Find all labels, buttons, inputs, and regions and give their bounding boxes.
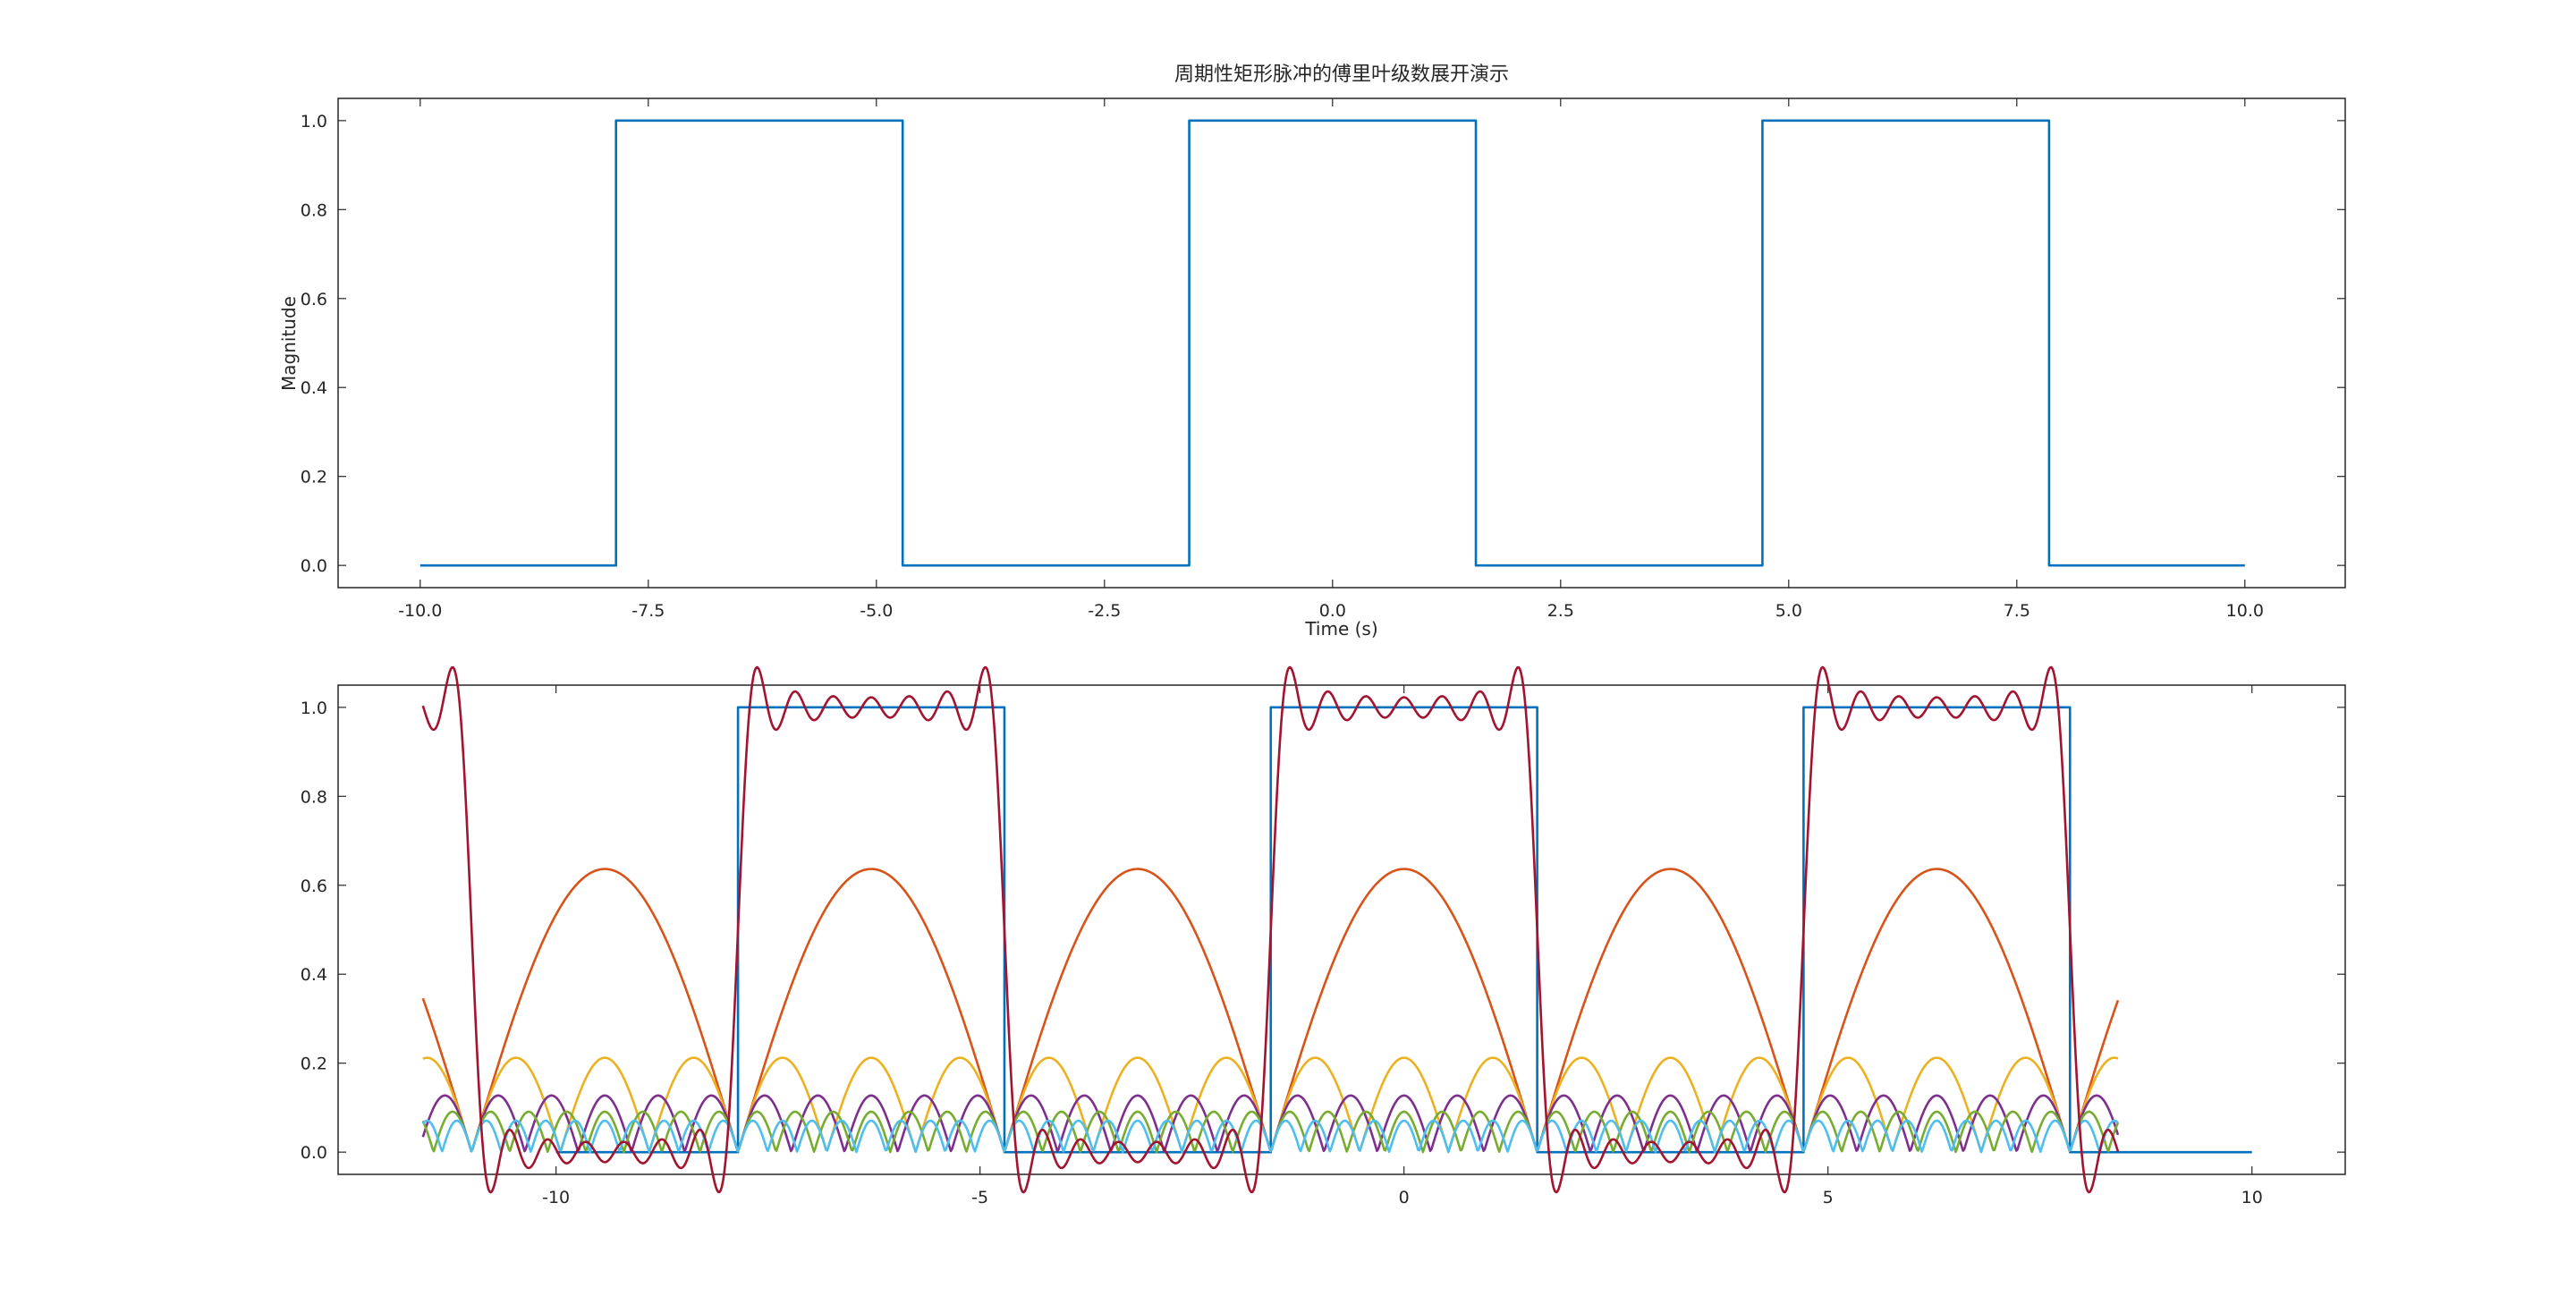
x-tick-label: -5 xyxy=(971,1188,988,1207)
y-tick-label: 1.0 xyxy=(301,112,327,131)
x-tick-label: -5.0 xyxy=(860,601,893,621)
y-tick-label: 0.6 xyxy=(301,877,327,896)
y-tick-label: 1.0 xyxy=(301,699,327,718)
x-tick-label: 0 xyxy=(1399,1188,1410,1207)
x-tick-label: 5.0 xyxy=(1775,601,1802,621)
y-tick-label: 0.2 xyxy=(301,1055,327,1074)
y-tick-label: 0.8 xyxy=(301,787,327,807)
y-tick-label: 0.0 xyxy=(301,1143,327,1163)
y-tick-label: 0.8 xyxy=(301,200,327,220)
x-tick-label: -7.5 xyxy=(631,601,665,621)
x-tick-label: 10.0 xyxy=(2226,601,2264,621)
y-tick-label: 0.2 xyxy=(301,468,327,487)
x-tick-label: 5 xyxy=(1823,1188,1834,1207)
x-tick-label: 7.5 xyxy=(2004,601,2030,621)
figure-canvas: 周期性矩形脉冲的傅里叶级数展开演示 -10.0 -7.5 -5.0 -2.5 0.0 2.… xyxy=(0,0,2576,1313)
y-tick-label: 0.0 xyxy=(301,556,327,576)
figure-background xyxy=(0,0,2576,1313)
chart-title: 周期性矩形脉冲的傅里叶级数展开演示 xyxy=(1174,64,1509,86)
y-tick-label: 0.4 xyxy=(301,965,327,985)
x-tick-label: -2.5 xyxy=(1088,601,1121,621)
x-tick-label: -10.0 xyxy=(398,601,442,621)
x-tick-label: -10 xyxy=(542,1188,570,1207)
y-tick-label: 0.4 xyxy=(301,378,327,398)
x-tick-label: 10 xyxy=(2241,1188,2263,1207)
x-tick-label: 2.5 xyxy=(1547,601,1574,621)
x-axis-label: Time (s) xyxy=(1304,618,1377,640)
y-tick-label: 0.6 xyxy=(301,290,327,309)
y-axis-label: Magnitude xyxy=(278,296,300,391)
